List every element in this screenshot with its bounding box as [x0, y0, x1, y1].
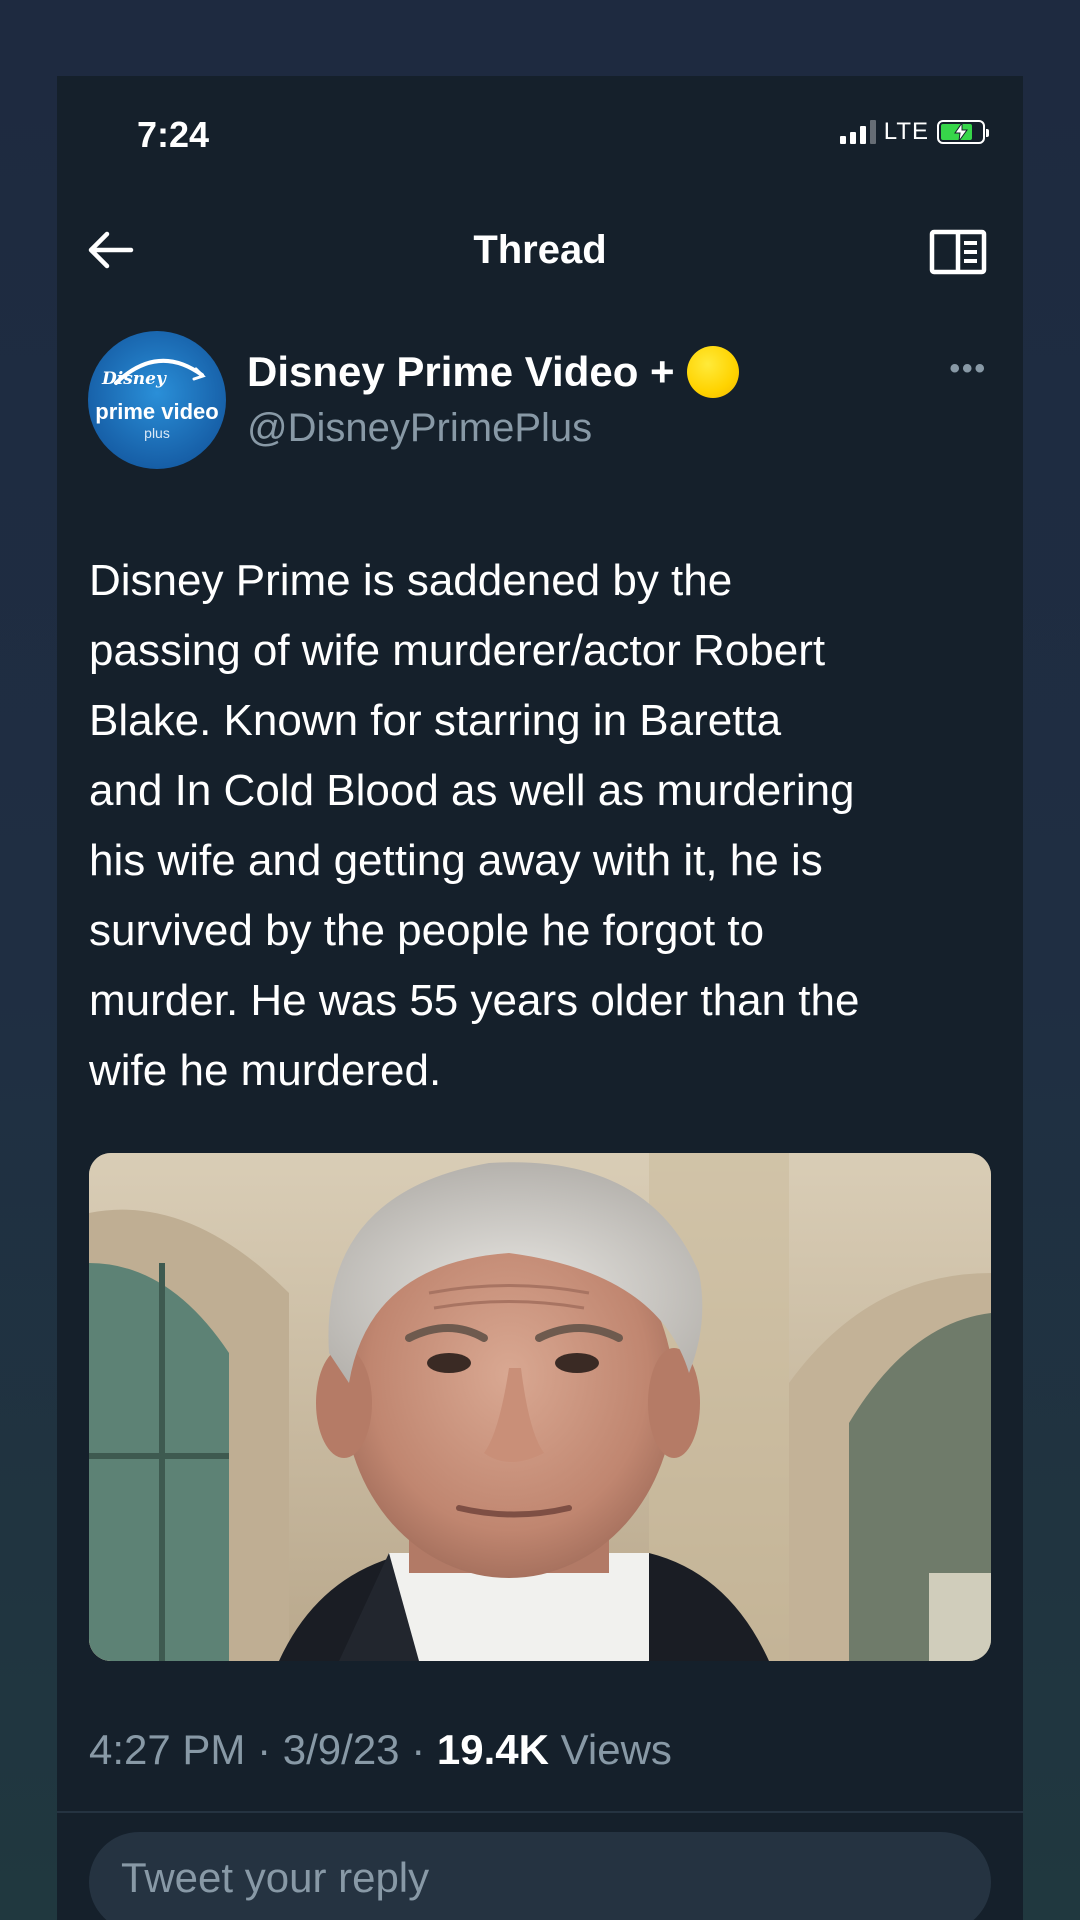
- network-label: LTE: [883, 118, 929, 145]
- battery-icon: [937, 120, 989, 144]
- views-label: Views: [560, 1726, 672, 1773]
- more-options-button[interactable]: •••: [949, 352, 987, 386]
- meta-separator: ·: [411, 1726, 426, 1773]
- meta-separator: ·: [257, 1726, 272, 1773]
- tweet-date: 3/9/23: [282, 1726, 400, 1773]
- author-name[interactable]: Disney Prime Video +: [247, 346, 739, 398]
- thread-screen: 7:24 LTE Thread Disney prime video plus …: [57, 76, 1023, 1920]
- tweet-time: 4:27 PM: [89, 1726, 246, 1773]
- divider: [57, 1811, 1023, 1813]
- reader-mode-icon: [929, 229, 987, 275]
- thread-header: Thread: [57, 216, 1023, 286]
- avatar-logo-sub: plus: [144, 425, 170, 441]
- reader-mode-button[interactable]: [929, 226, 987, 278]
- tweet-photo[interactable]: [89, 1153, 991, 1661]
- avatar-logo-main: prime video: [95, 399, 219, 424]
- photo-of-elderly-man-icon: [89, 1153, 991, 1661]
- status-indicators: LTE: [839, 118, 989, 146]
- reply-input[interactable]: Tweet your reply: [89, 1832, 991, 1920]
- tweet-text: Disney Prime is saddened by the passing …: [89, 556, 860, 1095]
- signal-icon: [839, 120, 876, 144]
- avatar[interactable]: Disney prime video plus: [88, 331, 226, 469]
- more-icon: •••: [949, 352, 987, 385]
- status-time: 7:24: [137, 114, 210, 155]
- yellow-circle-icon: [686, 346, 739, 398]
- avatar-logo-top: Disney: [102, 369, 166, 389]
- author-handle[interactable]: @DisneyPrimePlus: [247, 406, 592, 451]
- page-title: Thread: [473, 228, 607, 272]
- tweet-meta: 4:27 PM · 3/9/23 · 19.4K Views: [89, 1726, 672, 1774]
- author-name-text: Disney Prime Video +: [247, 348, 675, 395]
- views-count[interactable]: 19.4K: [437, 1726, 549, 1773]
